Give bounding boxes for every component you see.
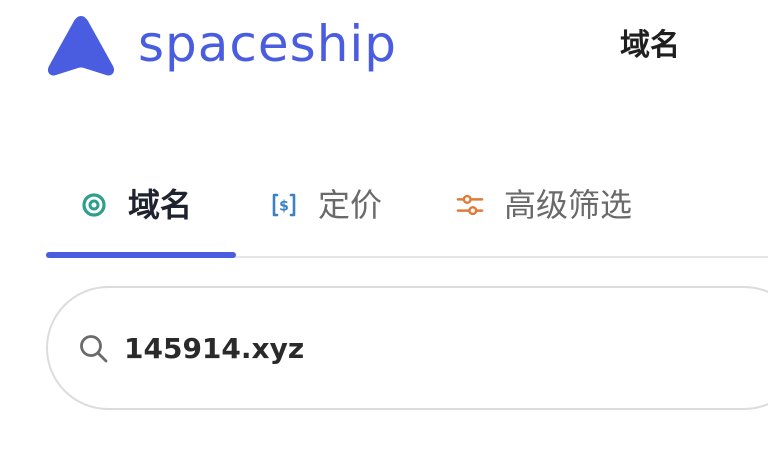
tab-advanced-filter[interactable]: 高级筛选 bbox=[456, 180, 632, 230]
search-tabs: 域名 $ 定价 高级筛选 bbox=[46, 170, 768, 260]
header: spaceship 域名 bbox=[0, 0, 768, 100]
tab-domain[interactable]: 域名 bbox=[80, 180, 192, 230]
active-tab-indicator bbox=[46, 252, 236, 258]
search-icon bbox=[80, 335, 108, 363]
price-tag-icon: $ bbox=[270, 191, 298, 219]
domain-search-input[interactable] bbox=[124, 326, 724, 370]
tab-domain-label: 域名 bbox=[128, 186, 193, 224]
tab-pricing[interactable]: $ 定价 bbox=[270, 180, 382, 230]
brand-name: spaceship bbox=[138, 15, 398, 73]
tab-advanced-filter-label: 高级筛选 bbox=[504, 186, 633, 224]
tab-pricing-label: 定价 bbox=[318, 186, 383, 224]
svg-text:$: $ bbox=[279, 199, 289, 215]
spaceship-logo-icon bbox=[47, 16, 115, 76]
domain-search-box[interactable] bbox=[46, 286, 768, 410]
target-icon bbox=[80, 191, 108, 219]
filter-sliders-icon bbox=[456, 191, 484, 219]
nav-domain-link[interactable]: 域名 bbox=[620, 24, 680, 68]
spaceship-logo[interactable]: spaceship bbox=[46, 14, 396, 78]
page: spaceship 域名 域名 $ 定价 高级筛选 145914.xyz bbox=[0, 0, 768, 454]
